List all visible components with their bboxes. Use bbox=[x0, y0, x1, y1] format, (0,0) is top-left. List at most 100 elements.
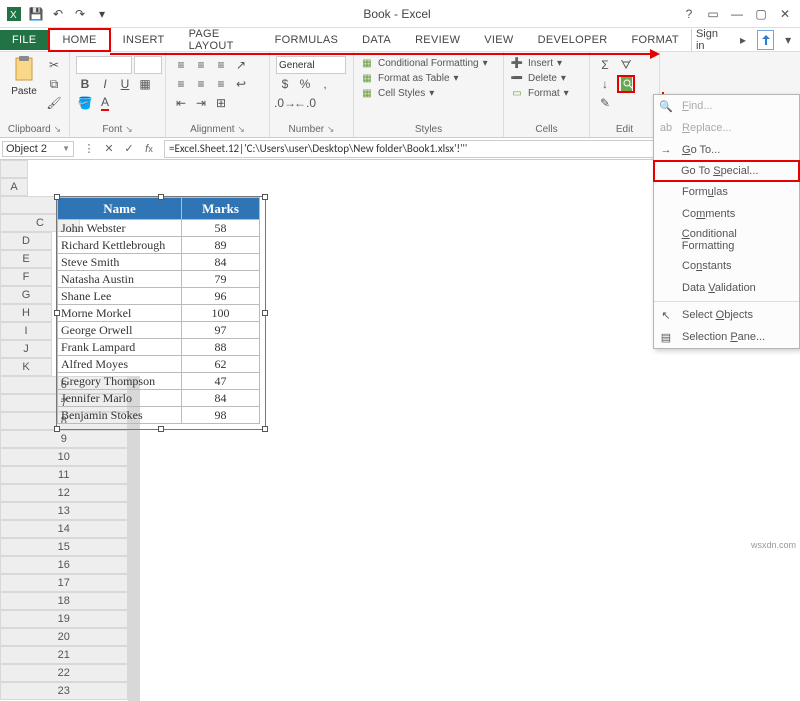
resize-handle[interactable] bbox=[262, 310, 268, 316]
row-header[interactable]: 19 bbox=[0, 610, 128, 628]
tab-developer[interactable]: DEVELOPER bbox=[526, 30, 620, 50]
share-button[interactable] bbox=[757, 30, 775, 50]
resize-handle[interactable] bbox=[54, 310, 60, 316]
name-box[interactable]: Object 2▼ bbox=[2, 141, 74, 157]
tab-format[interactable]: FORMAT bbox=[620, 30, 691, 50]
tab-view[interactable]: VIEW bbox=[472, 30, 525, 50]
row-header[interactable]: 16 bbox=[0, 556, 128, 574]
minimize-icon[interactable]: — bbox=[726, 3, 748, 25]
select-all-corner[interactable] bbox=[0, 160, 28, 178]
chevron-down-icon[interactable]: ▾ bbox=[780, 31, 796, 49]
row-header[interactable]: 23 bbox=[0, 682, 128, 700]
align-top-icon[interactable]: ≡ bbox=[172, 56, 190, 74]
close-icon[interactable]: ✕ bbox=[774, 3, 796, 25]
menu-conditional-formatting[interactable]: Conditional Formatting bbox=[654, 225, 799, 255]
insert-cells-button[interactable]: ➕Insert ▾ bbox=[510, 56, 562, 70]
align-left-icon[interactable]: ≡ bbox=[172, 75, 190, 93]
align-center-icon[interactable]: ≡ bbox=[192, 75, 210, 93]
align-right-icon[interactable]: ≡ bbox=[212, 75, 230, 93]
merge-icon[interactable]: ⊞ bbox=[212, 94, 230, 112]
format-painter-icon[interactable]: 🖌 bbox=[45, 94, 63, 112]
menu-constants[interactable]: Constants bbox=[654, 255, 799, 277]
row-header[interactable]: 12 bbox=[0, 484, 128, 502]
tab-file[interactable]: FILE bbox=[0, 30, 48, 50]
col-header[interactable]: G bbox=[0, 286, 52, 304]
delete-cells-button[interactable]: ➖Delete ▾ bbox=[510, 71, 566, 85]
tab-page-layout[interactable]: PAGE LAYOUT bbox=[177, 24, 263, 56]
menu-goto-special[interactable]: Go To Special... bbox=[653, 160, 800, 182]
col-header[interactable]: D bbox=[0, 232, 52, 250]
font-color-icon[interactable]: A bbox=[96, 94, 114, 112]
resize-handle[interactable] bbox=[262, 194, 268, 200]
wrap-text-icon[interactable]: ↩ bbox=[232, 75, 250, 93]
resize-handle[interactable] bbox=[158, 426, 164, 432]
namebox-dropdown-icon[interactable]: ⋮ bbox=[80, 140, 98, 158]
menu-select-objects[interactable]: ↖Select Objects bbox=[654, 304, 799, 326]
tab-data[interactable]: DATA bbox=[350, 30, 403, 50]
col-header[interactable]: K bbox=[0, 358, 52, 376]
col-header[interactable]: A bbox=[0, 178, 28, 196]
row-header[interactable]: 13 bbox=[0, 502, 128, 520]
currency-icon[interactable]: $ bbox=[276, 75, 294, 93]
row-header[interactable]: 22 bbox=[0, 664, 128, 682]
row-header[interactable]: 21 bbox=[0, 646, 128, 664]
menu-data-validation[interactable]: Data Validation bbox=[654, 277, 799, 299]
decrease-decimal-icon[interactable]: ←.0 bbox=[296, 94, 314, 112]
row-header[interactable]: 11 bbox=[0, 466, 128, 484]
resize-handle[interactable] bbox=[54, 426, 60, 432]
tab-home[interactable]: HOME bbox=[48, 28, 110, 52]
cut-icon[interactable]: ✂ bbox=[45, 56, 63, 74]
resize-handle[interactable] bbox=[158, 194, 164, 200]
orientation-icon[interactable]: ↗ bbox=[232, 56, 250, 74]
row-header[interactable]: 20 bbox=[0, 628, 128, 646]
cancel-formula-icon[interactable]: ✕ bbox=[100, 140, 118, 158]
enter-formula-icon[interactable]: ✓ bbox=[120, 140, 138, 158]
decrease-indent-icon[interactable]: ⇤ bbox=[172, 94, 190, 112]
fill-color-icon[interactable]: 🪣 bbox=[76, 94, 94, 112]
qat-customize-icon[interactable]: ▾ bbox=[92, 4, 112, 24]
undo-icon[interactable]: ↶ bbox=[48, 4, 68, 24]
border-icon[interactable]: ▦ bbox=[136, 75, 154, 93]
align-middle-icon[interactable]: ≡ bbox=[192, 56, 210, 74]
tab-formulas[interactable]: FORMULAS bbox=[263, 30, 351, 50]
fx-icon[interactable]: fx bbox=[140, 140, 158, 158]
embedded-object-frame[interactable]: NameMarks John Webster58Richard Kettlebr… bbox=[56, 196, 266, 430]
tab-review[interactable]: REVIEW bbox=[403, 30, 472, 50]
row-header[interactable]: 10 bbox=[0, 448, 128, 466]
menu-comments[interactable]: Comments bbox=[654, 203, 799, 225]
save-icon[interactable]: 💾 bbox=[26, 4, 46, 24]
help-icon[interactable]: ? bbox=[678, 3, 700, 25]
menu-selection-pane[interactable]: ▤Selection Pane... bbox=[654, 326, 799, 348]
increase-indent-icon[interactable]: ⇥ bbox=[192, 94, 210, 112]
col-header[interactable]: J bbox=[0, 340, 52, 358]
col-header[interactable]: E bbox=[0, 250, 52, 268]
conditional-formatting-button[interactable]: ▦Conditional Formatting ▾ bbox=[360, 56, 488, 70]
font-name-box[interactable] bbox=[76, 56, 132, 74]
format-as-table-button[interactable]: ▦Format as Table ▾ bbox=[360, 71, 459, 85]
redo-icon[interactable]: ↷ bbox=[70, 4, 90, 24]
col-header[interactable]: F bbox=[0, 268, 52, 286]
comma-icon[interactable]: , bbox=[316, 75, 334, 93]
number-format-box[interactable]: General bbox=[276, 56, 346, 74]
increase-decimal-icon[interactable]: .0→ bbox=[276, 94, 294, 112]
menu-replace[interactable]: abReplace... bbox=[654, 117, 799, 139]
resize-handle[interactable] bbox=[54, 194, 60, 200]
italic-icon[interactable]: I bbox=[96, 75, 114, 93]
clear-icon[interactable]: ✎ bbox=[596, 94, 614, 112]
row-header[interactable]: 9 bbox=[0, 430, 128, 448]
menu-find[interactable]: 🔍Find... bbox=[654, 95, 799, 117]
sign-in-link[interactable]: Sign in bbox=[691, 29, 729, 51]
copy-icon[interactable]: ⧉ bbox=[45, 75, 63, 93]
restore-icon[interactable]: ▢ bbox=[750, 3, 772, 25]
ribbon-options-icon[interactable]: ▭ bbox=[702, 3, 724, 25]
underline-icon[interactable]: U bbox=[116, 75, 134, 93]
menu-formulas[interactable]: Formulas bbox=[654, 181, 799, 203]
format-cells-button[interactable]: ▭Format ▾ bbox=[510, 86, 569, 100]
percent-icon[interactable]: % bbox=[296, 75, 314, 93]
find-select-button[interactable] bbox=[617, 75, 635, 93]
autosum-icon[interactable]: Σ bbox=[596, 56, 614, 74]
row-header[interactable]: 17 bbox=[0, 574, 128, 592]
chevron-right-icon[interactable]: ▸ bbox=[735, 31, 751, 49]
fill-icon[interactable]: ↓ bbox=[596, 75, 614, 93]
sort-filter-icon[interactable]: ᗊ bbox=[617, 56, 635, 74]
